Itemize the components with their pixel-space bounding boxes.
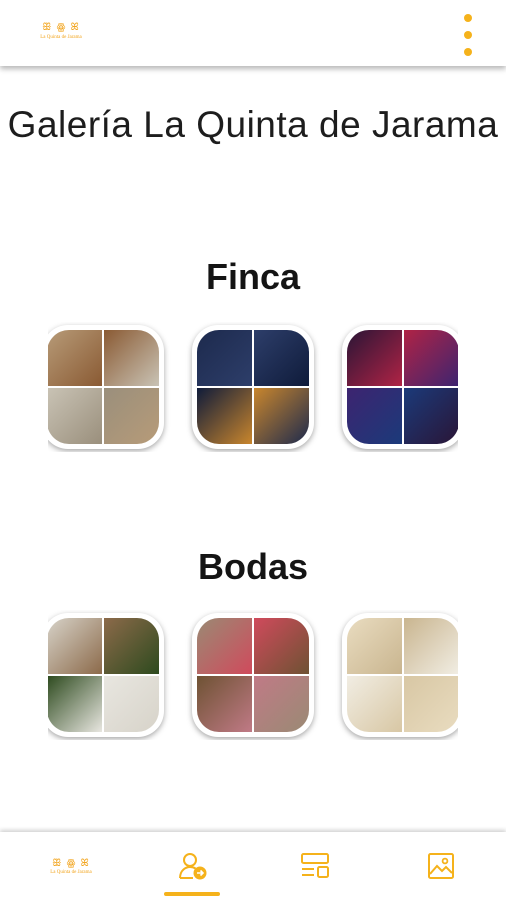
collage-photo (197, 388, 252, 444)
collage-photo (254, 388, 309, 444)
user-arrow-icon (179, 853, 207, 880)
bodas-collage-2[interactable] (192, 613, 314, 737)
collage-photo (404, 330, 458, 386)
top-app-bar: ꕥ ꙮ ꕤ La Quinta de Jarama (0, 0, 506, 66)
collage-photo (104, 676, 159, 732)
collage-photo (347, 618, 402, 674)
collage-photo (347, 330, 402, 386)
collage-photo (197, 676, 252, 732)
section-title-finca: Finca (205, 256, 301, 297)
kebab-menu-icon[interactable] (462, 14, 474, 56)
nav-logo-mark: ꕥ ꙮ ꕤ (52, 857, 90, 869)
image-icon (428, 853, 454, 879)
collage-photo (104, 388, 159, 444)
gallery-row-finca[interactable] (48, 322, 458, 452)
collage-photo (48, 676, 102, 732)
collage-photo (104, 618, 159, 674)
gallery-row-bodas[interactable] (48, 610, 458, 740)
finca-collage-1[interactable] (48, 325, 164, 449)
bodas-collage-3[interactable] (342, 613, 458, 737)
section-title-bodas: Bodas (197, 546, 309, 587)
list-icon (301, 853, 329, 878)
collage-photo (48, 388, 102, 444)
menu-dot (464, 48, 472, 56)
nav-list[interactable] (252, 832, 378, 900)
nav-logo-text: La Quinta de Jarama (50, 869, 92, 875)
collage-photo (197, 618, 252, 674)
logo-text: La Quinta de Jarama (40, 35, 82, 40)
collage-photo (254, 676, 309, 732)
nav-home-logo[interactable]: ꕥ ꙮ ꕤ La Quinta de Jarama (8, 832, 134, 900)
collage-photo (48, 330, 102, 386)
menu-dot (464, 14, 472, 22)
bottom-navigation: ꕥ ꙮ ꕤ La Quinta de Jarama (0, 832, 506, 900)
finca-collage-3[interactable] (342, 325, 458, 449)
collage-photo (404, 618, 458, 674)
page-title: Galería La Quinta de Jarama (7, 104, 499, 145)
finca-collage-2[interactable] (192, 325, 314, 449)
nav-profile[interactable] (130, 832, 256, 900)
collage-photo (404, 676, 458, 732)
menu-dot (464, 31, 472, 39)
collage-photo (404, 388, 458, 444)
brand-logo[interactable]: ꕥ ꙮ ꕤ La Quinta de Jarama (26, 22, 96, 50)
collage-photo (347, 388, 402, 444)
bodas-collage-1[interactable] (48, 613, 164, 737)
collage-photo (48, 618, 102, 674)
nav-gallery[interactable] (378, 832, 504, 900)
active-tab-indicator (164, 892, 220, 896)
collage-photo (197, 330, 252, 386)
collage-photo (254, 330, 309, 386)
collage-photo (104, 330, 159, 386)
logo-mark: ꕥ ꙮ ꕤ (42, 22, 80, 33)
collage-photo (347, 676, 402, 732)
collage-photo (254, 618, 309, 674)
